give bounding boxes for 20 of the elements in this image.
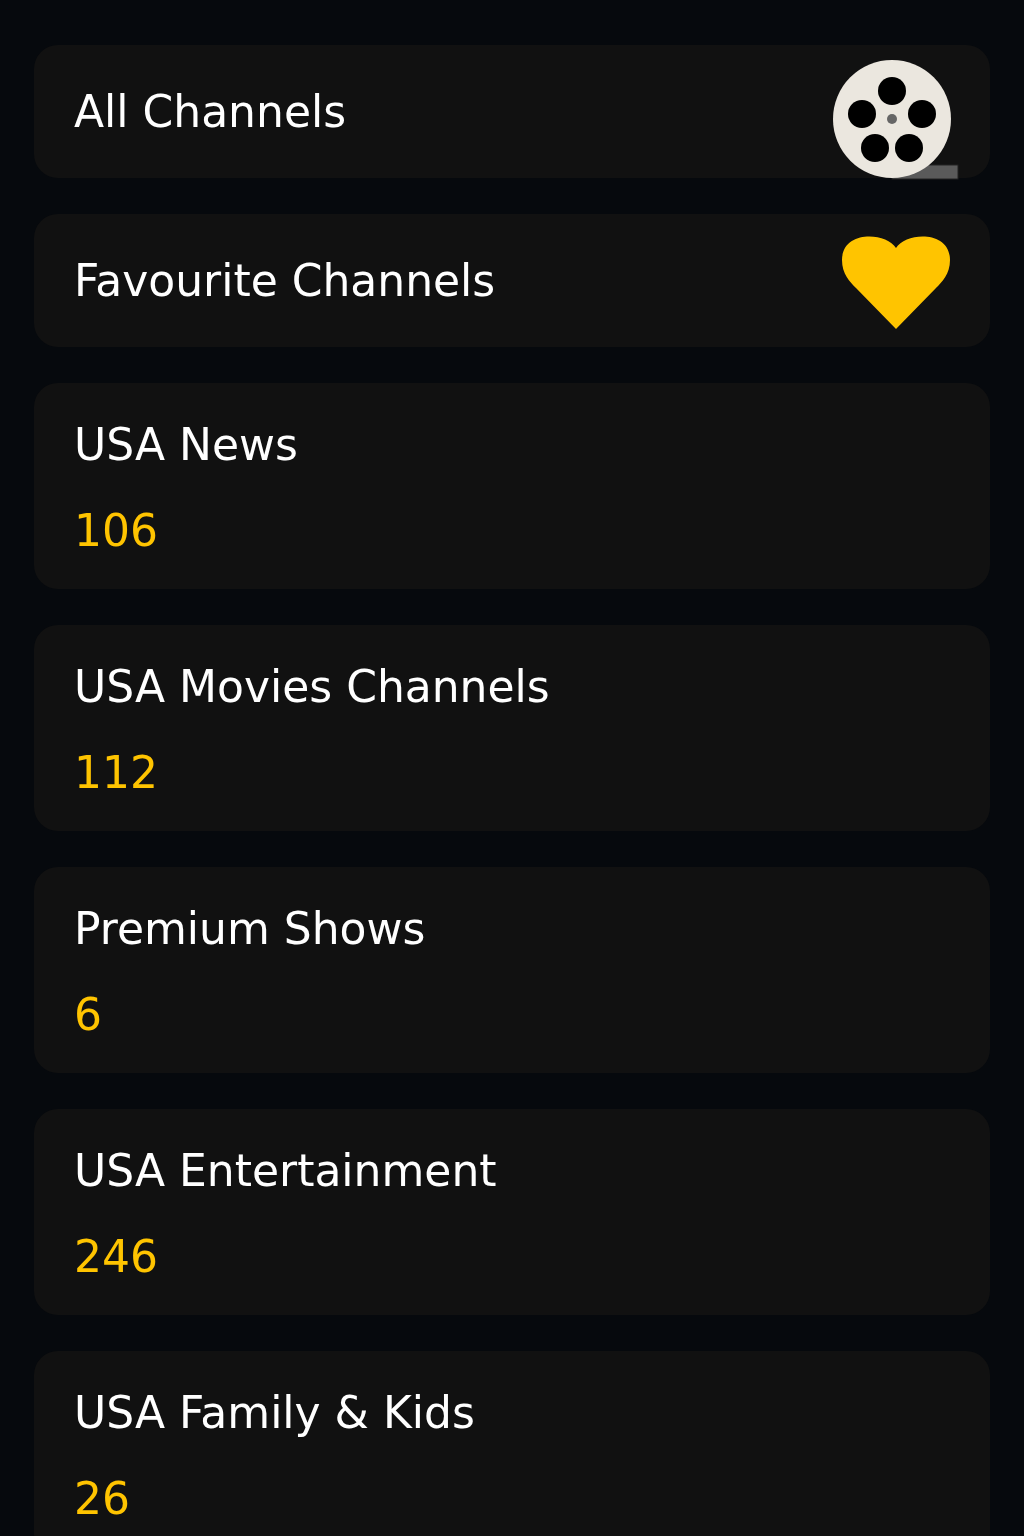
- item-label: Favourite Channels: [74, 253, 496, 308]
- category-card[interactable]: USA Movies Channels 112: [34, 625, 990, 831]
- menu-item[interactable]: Favourite Channels: [34, 214, 990, 347]
- category-card[interactable]: USA News 106: [34, 383, 990, 589]
- menu-item[interactable]: All Channels: [34, 45, 990, 178]
- channel-count: 6: [74, 989, 102, 1041]
- category-title: USA News: [74, 419, 298, 471]
- category-title: Premium Shows: [74, 903, 426, 955]
- channel-count: 106: [74, 505, 158, 557]
- category-card[interactable]: USA Family & Kids 26: [34, 1351, 990, 1536]
- channel-count: 246: [74, 1231, 158, 1283]
- channel-count: 112: [74, 747, 158, 799]
- item-label: All Channels: [74, 84, 347, 139]
- category-card[interactable]: Premium Shows 6: [34, 867, 990, 1073]
- channel-count: 26: [74, 1473, 130, 1525]
- category-title: USA Entertainment: [74, 1145, 497, 1197]
- film-reel-icon: [832, 58, 960, 181]
- category-title: USA Family & Kids: [74, 1387, 475, 1439]
- category-title: USA Movies Channels: [74, 661, 550, 713]
- category-card[interactable]: USA Entertainment 246: [34, 1109, 990, 1315]
